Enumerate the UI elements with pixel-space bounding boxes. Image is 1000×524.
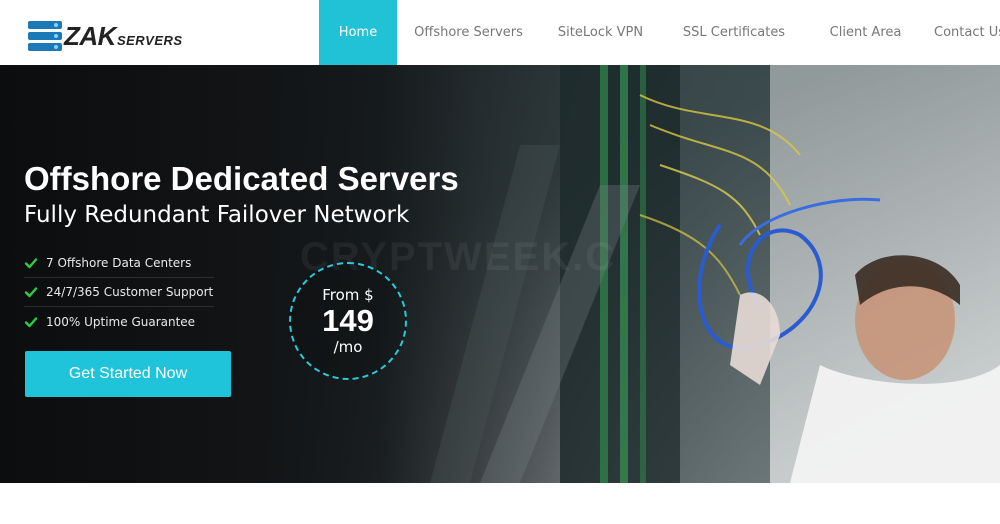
logo-main-text: ZAK bbox=[64, 20, 116, 51]
feature-text: 7 Offshore Data Centers bbox=[46, 256, 192, 270]
hero-title: Offshore Dedicated Servers bbox=[24, 160, 459, 197]
price-from-label: From $ bbox=[322, 286, 374, 304]
feature-text: 100% Uptime Guarantee bbox=[46, 314, 196, 329]
hero-subtitle: Fully Redundant Failover Network bbox=[24, 202, 410, 228]
feature-text: 24/7/365 Customer Support bbox=[46, 285, 214, 299]
nav-client-area[interactable]: Client Area bbox=[807, 0, 924, 65]
hero-banner: CRYPTWEEK.C Offshore Dedicated Servers F… bbox=[0, 65, 1000, 483]
check-icon bbox=[24, 258, 38, 269]
feature-item: 7 Offshore Data Centers bbox=[24, 249, 214, 278]
page-content-start bbox=[0, 483, 1000, 524]
feature-item: 24/7/365 Customer Support bbox=[24, 278, 214, 307]
main-menu: Home Offshore Servers SiteLock VPN SSL C… bbox=[319, 0, 1000, 65]
logo-sub-text: SERVERS bbox=[116, 32, 183, 48]
nav-contact-us[interactable]: Contact Us bbox=[924, 0, 1000, 65]
nav-home[interactable]: Home bbox=[319, 0, 397, 65]
feature-list: 7 Offshore Data Centers 24/7/365 Custome… bbox=[24, 249, 214, 336]
get-started-button[interactable]: Get Started Now bbox=[25, 351, 231, 397]
price-period: /mo bbox=[333, 338, 363, 356]
site-logo[interactable]: ZAK SERVERS bbox=[28, 21, 183, 51]
feature-item: 100% Uptime Guarantee bbox=[24, 307, 214, 336]
price-badge: From $ 149 /mo bbox=[289, 262, 407, 380]
check-icon bbox=[24, 287, 38, 298]
logo-wordmark: ZAK SERVERS bbox=[64, 21, 183, 52]
nav-offshore-servers[interactable]: Offshore Servers bbox=[397, 0, 540, 65]
nav-sitelock-vpn[interactable]: SiteLock VPN bbox=[540, 0, 661, 65]
check-icon bbox=[24, 316, 38, 327]
top-navigation: ZAK SERVERS Home Offshore Servers SiteLo… bbox=[0, 0, 1000, 65]
nav-ssl-certificates[interactable]: SSL Certificates bbox=[661, 0, 807, 65]
price-amount: 149 bbox=[322, 303, 374, 338]
server-stack-icon bbox=[28, 21, 62, 51]
